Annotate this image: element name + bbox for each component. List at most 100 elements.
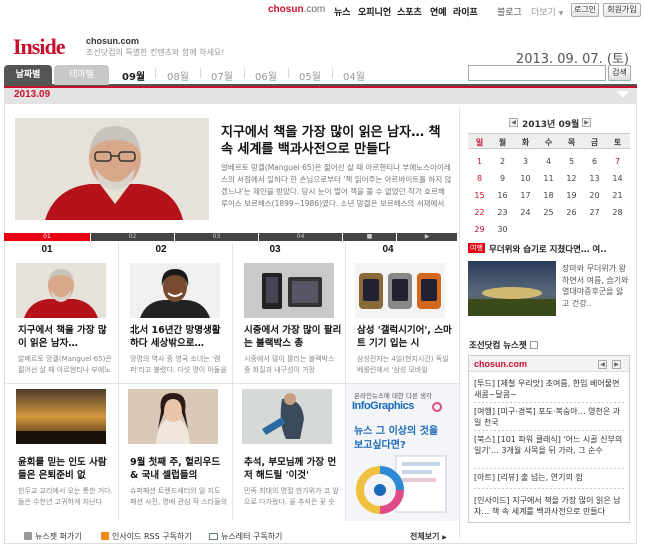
grid-item-7[interactable]: 추석, 부모님께 가장 먼저 해드릴 '이것' 민족 최대의 명절 한가위가 코… — [232, 389, 346, 508]
calendar-day[interactable]: 17 — [514, 187, 537, 204]
nav-entertainment[interactable]: 연예 — [430, 5, 447, 18]
chosun-logo[interactable]: chosun.com — [268, 4, 325, 15]
calendar-day[interactable]: 2 — [491, 153, 514, 170]
newsjet-pickup-link[interactable]: 뉴스젯 퍼가기 — [24, 531, 82, 542]
slide-indicator-03[interactable]: 03 — [175, 233, 258, 241]
nav-sports[interactable]: 스포츠 — [397, 5, 422, 18]
top-nav: chosun.com 뉴스 오피니언 스포츠 연예 라이프 블로그 더보기 ▼ … — [0, 0, 645, 22]
newsjet-item[interactable]: [인사이드] 지구에서 책을 가장 많이 읽은 남자… 책 속 세계를 백과사전… — [474, 495, 626, 517]
calendar-day[interactable]: 26 — [560, 204, 583, 221]
month-bar — [4, 86, 637, 104]
calendar-day[interactable]: 27 — [583, 204, 606, 221]
month-04[interactable]: 04월 — [343, 68, 365, 83]
calendar-day[interactable]: 4 — [537, 153, 560, 170]
next-month-button[interactable]: ▶ — [582, 118, 591, 127]
newsjet-item[interactable]: [투드] [제철 우리맛] 초여름, 한입 베어물면 새콤~달콤~ — [474, 378, 626, 400]
grid-item-5[interactable]: 윤회를 믿는 인도 사람들은 은퇴준비 없 힌두교 교리에서 오는 통한 거다.… — [4, 389, 118, 508]
calendar-day[interactable]: 3 — [514, 153, 537, 170]
grid-title[interactable]: 지구에서 책을 가장 많이 읽은 남자… — [18, 324, 114, 350]
calendar-day[interactable]: 22 — [468, 204, 491, 221]
grid-title[interactable]: 北서 16년간 망명생활하다 세상밖으로… — [130, 324, 228, 350]
grid-title[interactable]: 윤회를 믿는 인도 사람들은 은퇴준비 없 — [18, 456, 114, 482]
tab-by-theme[interactable]: 테마별 — [54, 65, 109, 85]
view-all-link[interactable]: 전체보기 ▶ — [410, 531, 447, 542]
grid-title[interactable]: 삼성 '갤럭시기어', 스마트 기기 입는 시 — [357, 324, 455, 350]
calendar-day[interactable]: 7 — [606, 153, 629, 170]
grid-desc: 슈퍼패션 트렌드세터의 일 지도 패션 사진, 명배 관심 작 스타들의 — [130, 487, 228, 506]
calendar-day[interactable]: 15 — [468, 187, 491, 204]
newsjet-item[interactable]: [여행] [미구·경북] 포도·복숭아… 영천은 과일 천국 — [474, 406, 626, 428]
brand-site: chosun.com — [86, 36, 140, 46]
calendar-day[interactable]: 16 — [491, 187, 514, 204]
calendar-day[interactable]: 1 — [468, 153, 491, 170]
calendar-day[interactable]: 28 — [606, 204, 629, 221]
calendar-day[interactable]: 8 — [468, 170, 491, 187]
calendar-day[interactable]: 18 — [537, 187, 560, 204]
calendar-day[interactable]: 19 — [560, 187, 583, 204]
calendar-day[interactable]: 29 — [468, 221, 491, 238]
calendar-day[interactable]: 5 — [560, 153, 583, 170]
calendar-day[interactable]: 30 — [491, 221, 514, 238]
calendar-day[interactable]: 20 — [583, 187, 606, 204]
weekday-1: 월 — [498, 138, 507, 147]
month-07[interactable]: 07월 — [211, 68, 233, 83]
newsjet-item[interactable]: [아트] [리뷰] 출 넘는, 연기의 힘 — [474, 472, 626, 483]
calendar-day[interactable]: 6 — [583, 153, 606, 170]
calendar-day[interactable]: 11 — [537, 170, 560, 187]
nav-blog[interactable]: 블로그 — [497, 5, 522, 18]
nav-life[interactable]: 라이프 — [453, 5, 478, 18]
calendar-day[interactable]: 10 — [514, 170, 537, 187]
infographics-ad[interactable]: 온라인뉴스에 대한 다른 생각 InfoGraphics 뉴스 그 이상의 것을… — [346, 384, 459, 521]
inside-logo[interactable]: Inside — [13, 34, 65, 60]
nav-more[interactable]: 더보기 ▼ — [531, 5, 563, 18]
signup-button[interactable]: 회원가입 — [603, 3, 641, 17]
feature-title[interactable]: 지구에서 책을 가장 많이 읽은 남자… 책 속 세계를 백과사전으로 만들다 — [221, 124, 453, 158]
calendar-day[interactable]: 13 — [583, 170, 606, 187]
login-button[interactable]: 로그인 — [571, 3, 599, 17]
grid-item-3[interactable]: 03 시중에서 가장 많이 팔리는 블랙박스 총 시중에서 많이 팔리는 블랙박… — [232, 244, 346, 376]
grid-item-2[interactable]: 02 北서 16년간 망명생활하다 세상밖으로… 망명의 역사 중 영국 소녀는… — [118, 244, 232, 376]
grid-item-1[interactable]: 01 지구에서 책을 가장 많이 읽은 남자… 알베르토 망겔(Manguel·… — [4, 244, 118, 376]
newsjet-title[interactable]: 조선닷컴 뉴스젯 — [469, 339, 538, 351]
grid-title[interactable]: 추석, 부모님께 가장 먼저 해드릴 '이것' — [244, 456, 342, 482]
nav-opinion[interactable]: 오피니언 — [358, 5, 391, 18]
calendar-day[interactable]: 9 — [491, 170, 514, 187]
month-08[interactable]: 08월 — [167, 68, 189, 83]
month-06[interactable]: 06월 — [255, 68, 277, 83]
slide-next-button[interactable]: ▶ — [397, 233, 457, 241]
side-article-desc: 장마와 무더위가 왕하면서 여름, 습기와 열대야증후군을 앓고 건강.. — [562, 264, 629, 308]
rss-icon — [101, 532, 109, 540]
grid-item-6[interactable]: 9월 첫째 주, 헐리우드 & 국내 셀럽들의 슈퍼패션 트렌드세터의 일 지도… — [118, 389, 232, 508]
slide-indicator-01[interactable]: 01 — [4, 233, 90, 241]
grid-title[interactable]: 9월 첫째 주, 헐리우드 & 국내 셀럽들의 — [130, 456, 228, 482]
grid-title[interactable]: 시중에서 가장 많이 팔리는 블랙박스 총 — [244, 324, 342, 350]
slide-pause-button[interactable]: ■ — [343, 233, 396, 241]
newsletter-subscribe-link[interactable]: 뉴스레터 구독하기 — [209, 531, 282, 542]
month-09[interactable]: 09월 — [122, 68, 145, 83]
side-article-image[interactable] — [468, 261, 556, 316]
grid-image — [128, 389, 218, 444]
rss-subscribe-link[interactable]: 인사이드 RSS 구독하기 — [101, 531, 192, 542]
calendar-day[interactable]: 23 — [491, 204, 514, 221]
search-input[interactable] — [468, 65, 606, 81]
calendar-day[interactable]: 24 — [514, 204, 537, 221]
newsjet-icon — [529, 341, 538, 349]
tab-by-date[interactable]: 날짜별 — [4, 65, 52, 85]
newsjet-prev-button[interactable]: ◀ — [598, 360, 607, 369]
newsjet-next-button[interactable]: ▶ — [612, 360, 621, 369]
calendar-day[interactable]: 25 — [537, 204, 560, 221]
side-article-title[interactable]: 무더위와 습기로 지쳤다면… 여.. — [489, 243, 607, 255]
month-05[interactable]: 05월 — [299, 68, 321, 83]
nav-news[interactable]: 뉴스 — [334, 5, 351, 18]
feature-image[interactable] — [15, 118, 209, 220]
newsjet-item[interactable]: [북스] [101 파워 클래식] '어느 시골 신부의 일기'… 3개월 사목… — [474, 434, 626, 467]
grid-item-4[interactable]: 04 삼성 '갤럭시기어', 스마트 기기 입는 시 삼성전자는 4일(현지시간… — [345, 244, 459, 376]
calendar-day[interactable]: 21 — [606, 187, 629, 204]
slide-indicator-04[interactable]: 04 — [259, 233, 342, 241]
prev-month-button[interactable]: ◀ — [509, 118, 518, 127]
month-bar-label: 2013.09 — [14, 89, 51, 100]
calendar-day[interactable]: 14 — [606, 170, 629, 187]
slide-indicator-02[interactable]: 02 — [91, 233, 174, 241]
calendar-day[interactable]: 12 — [560, 170, 583, 187]
search-button[interactable]: 검색 — [608, 65, 631, 81]
